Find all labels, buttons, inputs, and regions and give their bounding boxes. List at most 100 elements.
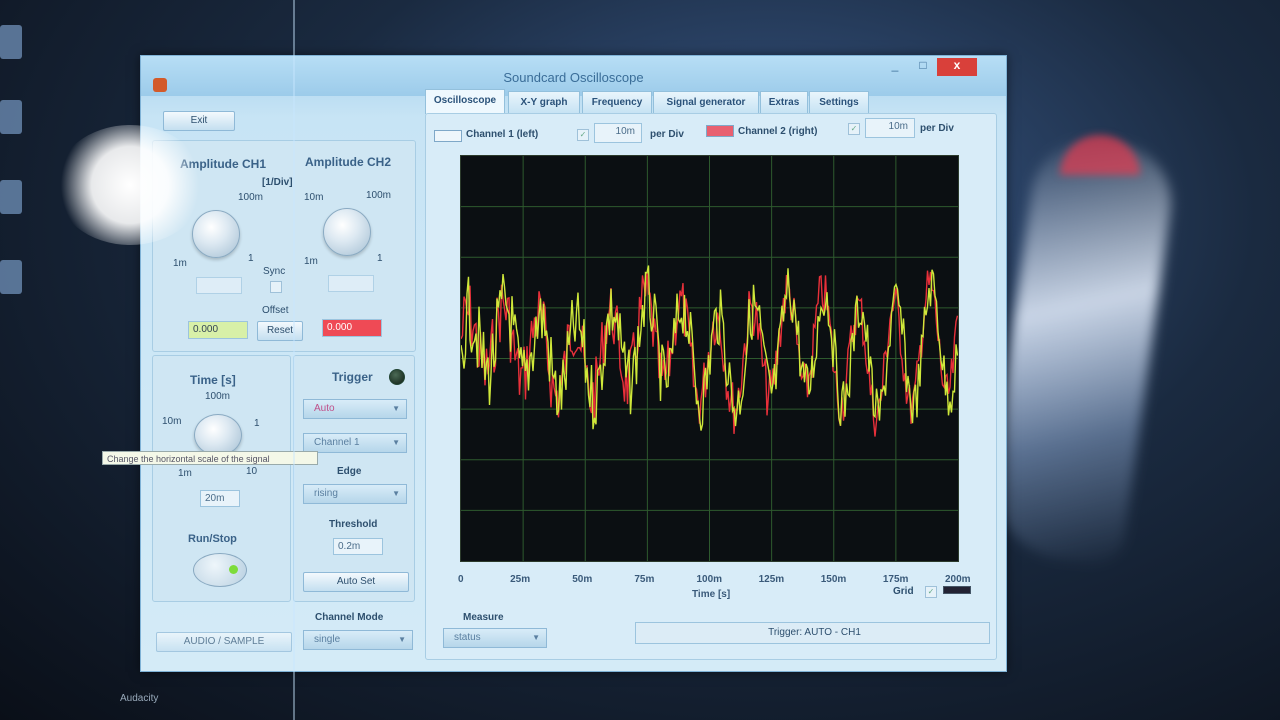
- sync-label: Sync: [263, 266, 286, 277]
- run-stop-button[interactable]: [193, 553, 247, 587]
- time-knob[interactable]: [194, 414, 242, 456]
- desktop-icon[interactable]: [0, 260, 22, 294]
- chevron-down-icon: ▼: [392, 438, 400, 447]
- tab-xy-graph[interactable]: X-Y graph: [508, 91, 580, 114]
- x-tick-label: 75m: [634, 574, 655, 585]
- close-button[interactable]: x: [937, 58, 977, 76]
- desktop-icon[interactable]: [0, 100, 22, 134]
- chevron-down-icon: ▼: [392, 489, 400, 498]
- channel-mode-value: single: [314, 634, 341, 645]
- desktop-red-trail: [1060, 135, 1140, 175]
- trigger-source-select[interactable]: Channel 1 ▼: [303, 433, 407, 453]
- threshold-field[interactable]: 0.2m: [333, 538, 383, 555]
- ch2-offset-field[interactable]: 0.000: [322, 319, 382, 337]
- x-tick-label: 150m: [820, 574, 847, 585]
- trigger-status-bar: Trigger: AUTO - CH1: [635, 622, 990, 644]
- minimize-button[interactable]: _: [881, 58, 909, 76]
- tab-extras[interactable]: Extras: [760, 91, 808, 114]
- time-scale-left: 10m: [162, 416, 182, 427]
- channel-mode-label: Channel Mode: [315, 612, 384, 623]
- ch2-scale-left: 1m: [304, 256, 318, 267]
- tab-signal-generator[interactable]: Signal generator: [653, 91, 759, 114]
- ch1-amplitude-knob[interactable]: [192, 210, 240, 258]
- ch1-per-div-label: per Div: [650, 129, 684, 140]
- desktop-icon[interactable]: [0, 25, 22, 59]
- ch2-per-div-field[interactable]: 10m: [865, 118, 915, 138]
- measure-label: Measure: [463, 612, 504, 623]
- ch1-per-div-field[interactable]: 10m: [594, 123, 642, 143]
- edge-label: Edge: [337, 466, 362, 477]
- reset-offset-button[interactable]: Reset: [257, 321, 303, 341]
- time-tooltip: Change the horizontal scale of the signa…: [102, 451, 318, 465]
- ch2-amplitude-field[interactable]: [328, 275, 374, 292]
- chevron-down-icon: ▼: [398, 635, 406, 644]
- oscilloscope-screen[interactable]: [460, 155, 959, 562]
- chevron-down-icon: ▼: [392, 404, 400, 413]
- ch1-scale-right: 1: [248, 253, 254, 264]
- time-scale-bottom-right: 10: [246, 466, 258, 477]
- x-tick-label: 0: [458, 574, 464, 585]
- maximize-button[interactable]: □: [909, 58, 937, 76]
- grid-label: Grid: [893, 586, 914, 597]
- time-scale-bottom-left: 1m: [178, 468, 192, 479]
- trigger-mode-value: Auto: [314, 403, 335, 414]
- ch1-amplitude-field[interactable]: [196, 277, 242, 294]
- x-tick-label: 100m: [696, 574, 723, 585]
- measure-select[interactable]: status ▼: [443, 628, 547, 648]
- offset-label: Offset: [262, 305, 289, 316]
- tab-oscilloscope[interactable]: Oscilloscope: [425, 89, 505, 114]
- time-value-field[interactable]: 20m: [200, 490, 240, 507]
- sync-checkbox[interactable]: [270, 281, 282, 293]
- tab-frequency[interactable]: Frequency: [582, 91, 652, 114]
- ch2-scale-top-right: 100m: [366, 190, 392, 201]
- tab-settings[interactable]: Settings: [809, 91, 869, 114]
- chevron-down-icon: ▼: [532, 633, 540, 642]
- ch2-label: Channel 2 (right): [738, 126, 818, 137]
- trigger-panel: [293, 355, 415, 602]
- ch1-scale-left: 1m: [173, 258, 187, 269]
- ch1-units: [1/Div]: [262, 177, 293, 188]
- grid-checkbox[interactable]: ✓: [925, 586, 937, 598]
- taskbar-label[interactable]: Audacity: [120, 693, 158, 704]
- grid-color-swatch[interactable]: [943, 586, 971, 594]
- trigger-source-value: Channel 1: [314, 437, 360, 448]
- ch2-amplitude-title: Amplitude CH2: [305, 155, 392, 169]
- ch2-scale-right: 1: [377, 253, 383, 264]
- trigger-led: [389, 369, 405, 385]
- x-tick-label: 25m: [510, 574, 531, 585]
- ch2-amplitude-knob[interactable]: [323, 208, 371, 256]
- exit-button[interactable]: Exit: [163, 111, 235, 131]
- x-tick-label: 50m: [572, 574, 593, 585]
- edge-value: rising: [314, 488, 338, 499]
- ch1-enable-checkbox[interactable]: ✓: [577, 129, 589, 141]
- audio-sample-button[interactable]: AUDIO / SAMPLE: [156, 632, 292, 652]
- channel-mode-select[interactable]: single ▼: [303, 630, 413, 650]
- ch1-scale-top: 100m: [238, 192, 264, 203]
- ch1-offset-field[interactable]: 0.000: [188, 321, 248, 339]
- desktop-light-trail: [981, 132, 1179, 568]
- screen-crease: [293, 0, 295, 720]
- ch1-label: Channel 1 (left): [466, 129, 539, 140]
- x-axis-label: Time [s]: [692, 589, 731, 600]
- ch2-color-swatch[interactable]: [706, 125, 734, 137]
- ch2-per-div-label: per Div: [920, 123, 954, 134]
- window-title: Soundcard Oscilloscope: [503, 70, 644, 85]
- title-bar[interactable]: Soundcard Oscilloscope _ □ x: [141, 56, 1006, 96]
- trigger-title: Trigger: [332, 370, 373, 384]
- x-tick-label: 175m: [882, 574, 909, 585]
- time-scale-top: 100m: [205, 391, 231, 402]
- desktop-icon[interactable]: [0, 180, 22, 214]
- time-title: Time [s]: [190, 373, 236, 387]
- threshold-label: Threshold: [329, 519, 378, 530]
- waveform-plot: [460, 156, 959, 561]
- time-scale-right: 1: [254, 418, 260, 429]
- run-stop-label: Run/Stop: [188, 533, 237, 545]
- ch2-scale-top-left: 10m: [304, 192, 324, 203]
- ch1-color-swatch[interactable]: [434, 130, 462, 142]
- auto-set-button[interactable]: Auto Set: [303, 572, 409, 592]
- ch2-enable-checkbox[interactable]: ✓: [848, 123, 860, 135]
- trigger-mode-select[interactable]: Auto ▼: [303, 399, 407, 419]
- edge-select[interactable]: rising ▼: [303, 484, 407, 504]
- measure-value: status: [454, 632, 481, 643]
- run-indicator-led: [229, 565, 238, 574]
